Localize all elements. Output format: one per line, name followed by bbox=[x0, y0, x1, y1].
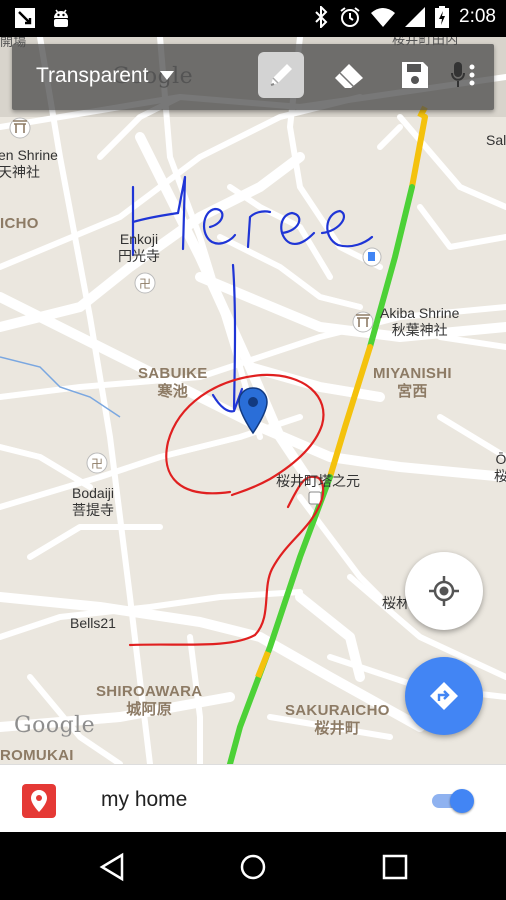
shrine-icon-akiba bbox=[352, 311, 374, 333]
poi-shrine-west-label: en Shrine bbox=[0, 147, 58, 163]
area-miyanishi-label-jp: 宮西 bbox=[397, 383, 428, 400]
poi-station[interactable]: 桜井町塔之元 bbox=[276, 473, 360, 490]
poi-o[interactable]: Ō 桜 bbox=[494, 451, 506, 485]
place-name: my home bbox=[101, 788, 188, 811]
poi-akiba-label: Akiba Shrine bbox=[380, 305, 460, 321]
area-icho: ICHO bbox=[0, 215, 39, 232]
poi-akiba-label-jp: 秋葉神社 bbox=[391, 322, 448, 338]
mode-dropdown[interactable]: Transparent bbox=[36, 64, 175, 88]
back-icon[interactable] bbox=[98, 852, 128, 882]
station-icon bbox=[308, 491, 322, 505]
toggle-knob bbox=[450, 789, 474, 813]
poi-enkoji-label: Enkoji bbox=[119, 231, 159, 247]
place-bar[interactable]: my home bbox=[0, 764, 506, 833]
my-location-button[interactable] bbox=[405, 552, 483, 630]
signal-icon bbox=[405, 7, 426, 27]
home-icon[interactable] bbox=[238, 852, 268, 882]
area-miyanishi-label: MIYANISHI bbox=[373, 365, 452, 382]
area-romukai: ROMUKAI bbox=[0, 747, 74, 764]
chevron-down-icon bbox=[160, 71, 175, 80]
status-bar: 2:08 bbox=[0, 0, 506, 37]
directions-button[interactable] bbox=[405, 657, 483, 735]
poi-enkoji[interactable]: Enkoji 円光寺 bbox=[118, 231, 160, 265]
shrine-icon-west bbox=[9, 117, 31, 139]
android-icon bbox=[54, 9, 68, 27]
poi-bodaiji-label-jp: 菩提寺 bbox=[72, 502, 115, 518]
area-sabuike-label: SABUIKE bbox=[138, 365, 208, 382]
bluetooth-icon bbox=[315, 6, 328, 28]
recents-icon[interactable] bbox=[380, 852, 410, 882]
poi-enkoji-label-jp: 円光寺 bbox=[118, 248, 160, 264]
poi-bells21[interactable]: Bells21 bbox=[70, 615, 116, 632]
directions-icon bbox=[430, 682, 458, 710]
poi-bodaiji-label: Bodaiji bbox=[72, 485, 115, 501]
poi-o-label-jp: 桜 bbox=[494, 468, 506, 484]
navigation-bar bbox=[0, 832, 506, 900]
poi-bodaiji[interactable]: Bodaiji 菩提寺 bbox=[72, 485, 114, 519]
more-options-button[interactable] bbox=[451, 52, 481, 98]
poi-akiba-shrine[interactable]: Akiba Shrine 秋葉神社 bbox=[380, 305, 459, 339]
save-button[interactable] bbox=[392, 52, 438, 98]
svg-text:卍: 卍 bbox=[91, 457, 103, 471]
battery-icon bbox=[435, 6, 450, 28]
poi-o-label: Ō bbox=[495, 451, 506, 467]
mic-icon bbox=[451, 62, 465, 87]
place-marker-icon bbox=[22, 784, 56, 818]
eraser-icon bbox=[335, 64, 363, 88]
svg-text:卍: 卍 bbox=[139, 277, 151, 291]
poi-shrine-west[interactable]: en Shrine 天神社 bbox=[0, 147, 58, 181]
area-shiroawara-label: SHIROAWARA bbox=[96, 683, 203, 700]
drawing-toolbar: Transparent bbox=[12, 44, 494, 110]
area-shiroawara-label-jp: 城阿原 bbox=[126, 701, 173, 718]
more-vert-icon bbox=[469, 64, 475, 86]
pen-button[interactable] bbox=[258, 52, 304, 98]
area-sakuraicho: SAKURAICHO 桜井町 bbox=[285, 702, 390, 738]
wifi-icon bbox=[371, 8, 396, 27]
map-view[interactable]: 卍 卍 en Shrine 天神社 Enkoji 円光寺 Bodaiji 菩提寺… bbox=[0, 37, 506, 764]
notification-icon bbox=[15, 8, 35, 28]
poi-shrine-west-label-jp: 天神社 bbox=[0, 164, 40, 180]
area-sabuike: SABUIKE 寒池 bbox=[138, 365, 208, 401]
clock: 2:08 bbox=[459, 6, 496, 27]
area-sakuraicho-label-jp: 桜井町 bbox=[314, 720, 361, 737]
save-icon bbox=[402, 62, 428, 88]
gas-station-icon bbox=[362, 247, 382, 267]
poi-sal[interactable]: Sal bbox=[486, 132, 506, 149]
mode-label: Transparent bbox=[36, 64, 149, 87]
area-shiroawara: SHIROAWARA 城阿原 bbox=[96, 683, 202, 719]
pen-icon bbox=[270, 64, 292, 86]
place-toggle-switch[interactable] bbox=[430, 789, 476, 813]
map-pin-icon[interactable] bbox=[238, 387, 268, 435]
area-miyanishi: MIYANISHI 宮西 bbox=[373, 365, 452, 401]
area-sabuike-label-jp: 寒池 bbox=[157, 383, 189, 400]
google-logo: Google bbox=[14, 713, 96, 738]
eraser-button[interactable] bbox=[326, 52, 372, 98]
temple-icon-bodaiji: 卍 bbox=[86, 452, 108, 474]
my-location-icon bbox=[429, 576, 459, 606]
area-sakuraicho-label: SAKURAICHO bbox=[285, 702, 390, 719]
alarm-icon bbox=[340, 7, 360, 27]
temple-icon-enkoji: 卍 bbox=[134, 272, 156, 294]
